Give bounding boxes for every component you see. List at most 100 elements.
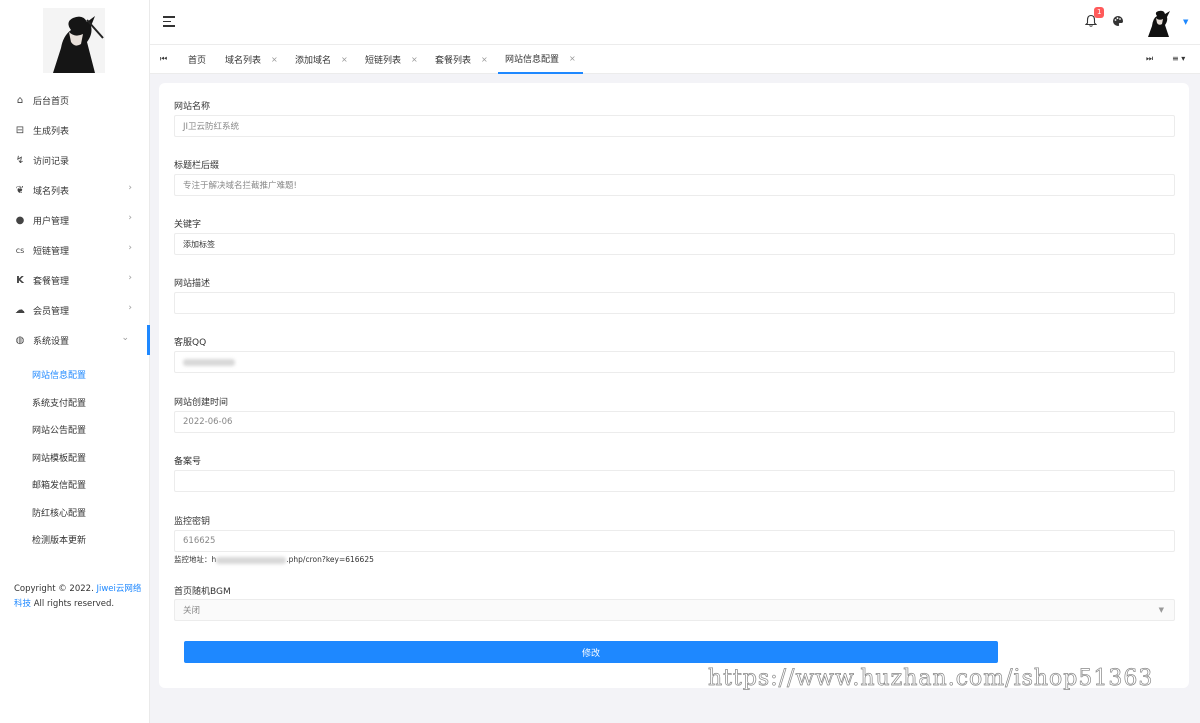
field-label-keywords: 关键字 — [174, 220, 202, 230]
field-label-monitor-key: 监控密钥 — [174, 517, 211, 527]
sidebar-item-generate-list[interactable]: ⊟ 生成列表 — [0, 115, 150, 145]
sidebar-item-visit-log[interactable]: ↯ 访问记录 — [0, 145, 150, 175]
caret-down-icon[interactable]: ▼ — [1183, 18, 1188, 26]
chevron-down-icon: ▼ — [1158, 606, 1164, 614]
field-label-create-date: 网站创建时间 — [174, 398, 229, 408]
list-icon: ⊟ — [15, 124, 25, 136]
tabs-next-icon[interactable]: ⏭ — [1146, 54, 1153, 64]
sidebar-item-home[interactable]: ⌂ 后台首页 — [0, 85, 150, 115]
tab-label: 域名列表 — [225, 56, 262, 66]
tab-label: 套餐列表 — [435, 56, 472, 66]
blurred-value — [183, 358, 235, 366]
site-logo — [43, 8, 105, 73]
tab-package-list[interactable]: 套餐列表 × — [435, 45, 488, 74]
field-label-title-suffix: 标题栏后缀 — [174, 161, 220, 171]
monitor-help-prefix: 监控地址：h — [174, 555, 217, 564]
sidebar-menu: ⌂ 后台首页 ⊟ 生成列表 ↯ 访问记录 ❦ 域名列表 › ● 用户管理 › cs 短链管理 › … — [0, 85, 150, 554]
monitor-url-help: 监控地址：h .php/cron?key=616625 — [174, 554, 374, 565]
copyright-suffix: All rights reserved. — [31, 599, 115, 609]
k-icon: K — [16, 274, 24, 286]
sidebar-item-members[interactable]: ☁ 会员管理 › — [0, 295, 150, 325]
close-icon[interactable]: × — [569, 54, 576, 63]
sidebar-item-label: 会员管理 — [33, 306, 70, 317]
globe-icon: ◍ — [15, 334, 25, 346]
tab-label: 首页 — [188, 56, 207, 66]
cloud-icon: ☁ — [15, 304, 25, 316]
sidebar-sub-email[interactable]: 邮箱发信配置 — [0, 471, 150, 499]
sidebar-item-label: 短链管理 — [33, 246, 70, 257]
tabs-prev-icon[interactable]: ⏮ — [160, 54, 167, 64]
sidebar-sub-payment[interactable]: 系统支付配置 — [0, 389, 150, 417]
palette-icon[interactable] — [1112, 15, 1124, 30]
link-icon: cs — [15, 245, 25, 255]
sidebar-item-label: 访问记录 — [33, 156, 70, 167]
blurred-url — [216, 556, 287, 564]
tab-domain-list[interactable]: 域名列表 × — [225, 45, 278, 74]
submit-button[interactable]: 修改 — [184, 641, 998, 663]
chevron-down-icon: ⌄ — [121, 333, 129, 343]
field-label-description: 网站描述 — [174, 279, 211, 289]
leaf-icon: ❦ — [15, 184, 25, 196]
sidebar-item-settings[interactable]: ◍ 系统设置 ⌄ — [0, 325, 150, 355]
copyright: Copyright © 2022. Jiwei云网络科技 All rights … — [14, 582, 142, 612]
chevron-right-icon: › — [128, 213, 132, 223]
sidebar-item-label: 套餐管理 — [33, 276, 70, 287]
close-icon[interactable]: × — [481, 55, 488, 64]
watermark: https://www.huzhan.com/ishop51363 — [708, 666, 1154, 692]
tabs-menu-icon[interactable]: ≡ ▾ — [1172, 54, 1185, 63]
chevron-right-icon: › — [128, 273, 132, 283]
field-label-bgm: 首页随机BGM — [174, 587, 231, 597]
tab-label: 添加域名 — [295, 56, 332, 66]
tab-label: 网站信息配置 — [505, 55, 560, 65]
sidebar-item-packages[interactable]: K 套餐管理 › — [0, 265, 150, 295]
field-label-icp: 备案号 — [174, 457, 202, 467]
menu-toggle-icon[interactable] — [163, 16, 175, 27]
user-icon: ● — [15, 214, 25, 226]
chevron-right-icon: › — [128, 303, 132, 313]
sidebar-sub-notice[interactable]: 网站公告配置 — [0, 416, 150, 444]
field-label-site-name: 网站名称 — [174, 102, 211, 112]
site-name-input[interactable]: JI卫云防红系统 — [174, 115, 1175, 137]
create-date-input[interactable]: 2022-06-06 — [174, 411, 1175, 433]
sidebar-item-label: 域名列表 — [33, 186, 70, 197]
home-icon: ⌂ — [16, 94, 24, 106]
copyright-prefix: Copyright © 2022. — [14, 584, 97, 594]
sidebar-sub-antired[interactable]: 防红核心配置 — [0, 499, 150, 527]
tab-shortlink-list[interactable]: 短链列表 × — [365, 45, 418, 74]
tab-bar: ⏮ 首页 域名列表 × 添加域名 × 短链列表 × 套餐列表 × 网站信息配置 × ⏭ ≡… — [150, 45, 1200, 74]
avatar[interactable] — [1145, 8, 1172, 37]
qq-input[interactable] — [174, 351, 1175, 373]
chevron-right-icon: › — [128, 183, 132, 193]
tab-site-info[interactable]: 网站信息配置 × — [498, 45, 583, 74]
sidebar-item-users[interactable]: ● 用户管理 › — [0, 205, 150, 235]
keywords-input[interactable]: 添加标签 — [174, 233, 1175, 255]
sidebar-item-shortlinks[interactable]: cs 短链管理 › — [0, 235, 150, 265]
sidebar-item-label: 生成列表 — [33, 126, 70, 137]
close-icon[interactable]: × — [411, 55, 418, 64]
sidebar-sub-site-info[interactable]: 网站信息配置 — [0, 361, 150, 389]
sidebar-item-label: 用户管理 — [33, 216, 70, 227]
sidebar-item-domains[interactable]: ❦ 域名列表 › — [0, 175, 150, 205]
sidebar-sub-update[interactable]: 检测版本更新 — [0, 526, 150, 554]
tab-label: 短链列表 — [365, 56, 402, 66]
sidebar: ⌂ 后台首页 ⊟ 生成列表 ↯ 访问记录 ❦ 域名列表 › ● 用户管理 › cs 短链管理 › … — [0, 0, 150, 723]
title-suffix-input[interactable]: 专注于解决域名拦截推广难题! — [174, 174, 1175, 196]
settings-form: 网站名称 JI卫云防红系统 标题栏后缀 专注于解决域名拦截推广难题! 关键字 添… — [159, 83, 1189, 688]
tab-add-domain[interactable]: 添加域名 × — [295, 45, 348, 74]
notification-badge: 1 — [1094, 7, 1105, 18]
record-icon: ↯ — [15, 154, 25, 166]
bgm-select-value: 关闭 — [183, 606, 201, 616]
description-input[interactable] — [174, 292, 1175, 314]
field-label-qq: 客服QQ — [174, 338, 207, 348]
monitor-help-suffix: .php/cron?key=616625 — [286, 555, 374, 564]
monitor-key-input[interactable]: 616625 — [174, 530, 1175, 552]
sidebar-sub-template[interactable]: 网站模板配置 — [0, 444, 150, 472]
sidebar-item-label: 后台首页 — [33, 96, 70, 107]
icp-input[interactable] — [174, 470, 1175, 492]
bgm-select[interactable]: 关闭 ▼ — [174, 599, 1175, 621]
tab-home[interactable]: 首页 — [188, 45, 206, 74]
close-icon[interactable]: × — [271, 55, 278, 64]
chevron-right-icon: › — [128, 243, 132, 253]
top-bar: 1 ▼ — [150, 0, 1200, 45]
close-icon[interactable]: × — [341, 55, 348, 64]
